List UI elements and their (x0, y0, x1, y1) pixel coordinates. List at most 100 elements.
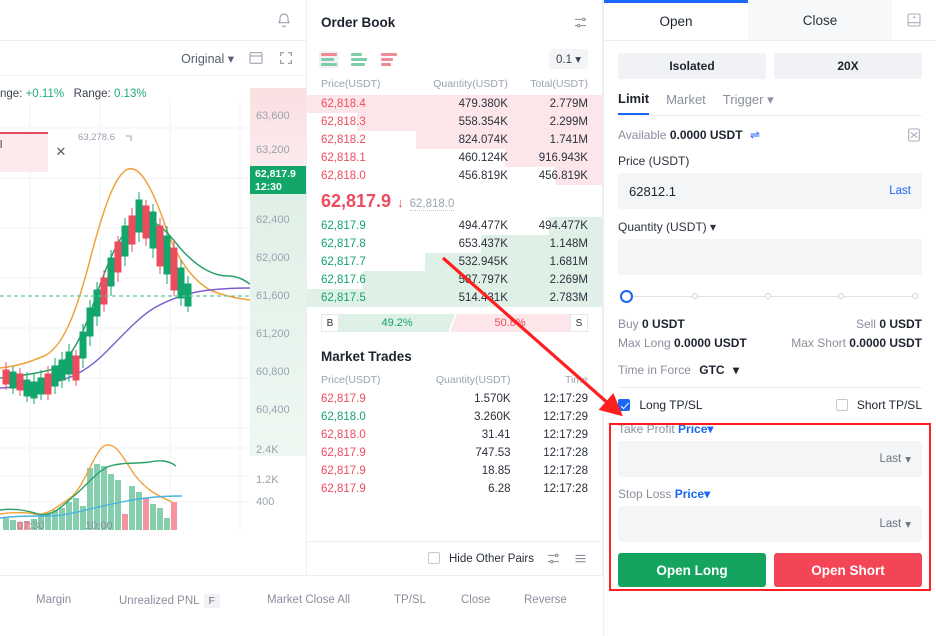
long-tpsl-toggle[interactable]: Long TP/SL (618, 398, 703, 412)
toolbar-item-margin[interactable]: Margin (36, 594, 71, 606)
price-input[interactable]: 62812.1 Last (618, 173, 922, 209)
price-direction-icon: ↓ (397, 195, 404, 210)
chart-panel: Original ▾ nge: +0.11% Range: 0.13% (0, 0, 306, 575)
both-depth-icon[interactable] (319, 51, 339, 68)
stop-loss-trigger-type[interactable]: Last (879, 518, 901, 530)
hide-other-pairs-toggle[interactable]: Hide Other Pairs (428, 552, 534, 565)
quantity-input[interactable] (618, 239, 922, 275)
bid-price: 62,817.7 (321, 256, 417, 268)
orderbook-row[interactable]: 62,818.1 460.124K 916.943K (307, 149, 602, 167)
margin-mode-button[interactable]: Isolated (618, 53, 766, 79)
quantity-percent-slider[interactable] (620, 289, 920, 305)
buy-ratio-tag: B (321, 314, 339, 332)
chevron-down-icon[interactable]: ▾ (905, 517, 911, 531)
slider-tick[interactable] (838, 293, 844, 299)
chart-range-value: 0.13% (114, 88, 147, 100)
orderbook-row[interactable]: 62,817.9 494.477K 494.477K (307, 217, 602, 235)
asks-depth-icon[interactable] (379, 51, 399, 68)
time-in-force-row[interactable]: Time in Force GTC ▾ (604, 355, 936, 377)
order-type-trigger[interactable]: Trigger ▾ (723, 92, 774, 115)
layout-icon[interactable] (248, 50, 264, 66)
toolbar-item-tpsl[interactable]: TP/SL (394, 594, 426, 606)
tab-close[interactable]: Close (748, 0, 892, 40)
open-long-button[interactable]: Open Long (618, 553, 766, 587)
bid-total: 494.477K (508, 220, 588, 232)
tab-open[interactable]: Open (604, 0, 748, 40)
price-tick: 62,000 (256, 252, 290, 264)
trade-price: 62,817.9 (321, 483, 417, 495)
long-tpsl-checkbox[interactable] (618, 399, 630, 411)
list-icon[interactable] (573, 551, 588, 566)
take-profit-input[interactable]: Last ▾ (618, 441, 922, 477)
stop-loss-mode[interactable]: Price (675, 487, 704, 501)
bids-depth-icon[interactable] (349, 51, 369, 68)
bell-icon[interactable] (276, 12, 292, 28)
price-tick: 60,800 (256, 366, 290, 378)
price-last-button[interactable]: Last (889, 185, 911, 197)
orderbook-row[interactable]: 62,818.4 479.380K 2.779M (307, 95, 602, 113)
slider-tick[interactable] (765, 293, 771, 299)
leverage-button[interactable]: 20X (774, 53, 922, 79)
trade-quantity: 3.260K (417, 411, 510, 423)
close-icon[interactable]: ✕ (48, 132, 74, 172)
take-profit-text: Take Profit (618, 422, 675, 436)
toolbar-item-close[interactable]: Close (461, 594, 490, 606)
buy-sell-estimates: Buy 0 USDT Sell 0 USDT Max Long 0.0000 U… (604, 305, 936, 350)
order-type-limit[interactable]: Limit (618, 91, 649, 115)
tick-size-select[interactable]: 0.1 ▾ (549, 49, 588, 69)
orderbook-row[interactable]: 62,817.8 653.437K 1.148M (307, 235, 602, 253)
order-type-market[interactable]: Market (666, 92, 706, 114)
toolbar-item-market-close-all[interactable]: Market Close All (267, 594, 350, 606)
collapse-panel-icon[interactable] (892, 0, 936, 40)
trade-quantity: 31.41 (417, 429, 510, 441)
bid-quantity: 494.477K (417, 220, 508, 232)
take-profit-mode[interactable]: Price (678, 422, 707, 436)
price-tick: 62,400 (256, 214, 290, 226)
chevron-down-icon[interactable]: ▾ (905, 452, 911, 466)
column-header-quantity: Quantity(USDT) (417, 374, 510, 386)
toolbar-item-reverse[interactable]: Reverse (524, 594, 567, 606)
chevron-down-icon[interactable]: ▾ (710, 220, 716, 234)
orderbook-column-headers: Price(USDT) Quantity(USDT) Total(USDT) (307, 74, 602, 95)
bid-total: 2.269M (508, 274, 588, 286)
max-long-label: Max Long (618, 336, 671, 350)
chart-toolbar: Original ▾ (0, 41, 306, 76)
slider-tick[interactable] (692, 293, 698, 299)
orderbook-spread: 62,817.9 ↓ 62,818.0 (307, 185, 602, 217)
settings-sliders-icon[interactable] (573, 15, 588, 30)
toolbar-item-unrealized-pnl[interactable]: Unrealized PNLF (119, 594, 220, 608)
slider-handle[interactable] (620, 290, 633, 303)
tooltip-price: .9 (0, 152, 44, 166)
calculator-icon[interactable] (906, 127, 922, 143)
hide-other-pairs-checkbox[interactable] (428, 552, 440, 564)
orderbook-row[interactable]: 62,817.6 587.797K 2.269M (307, 271, 602, 289)
take-profit-trigger-type[interactable]: Last (879, 453, 901, 465)
stop-loss-input[interactable]: Last ▾ (618, 506, 922, 542)
open-short-button[interactable]: Open Short (774, 553, 922, 587)
orderbook-row[interactable]: 62,818.3 558.354K 2.299M (307, 113, 602, 131)
chart-interval-select[interactable]: Original ▾ (181, 51, 234, 66)
short-tpsl-toggle[interactable]: Short TP/SL (836, 398, 923, 412)
chevron-down-icon[interactable]: ▾ (704, 487, 710, 501)
market-trades-title: Market Trades (321, 349, 412, 364)
settings-sliders-icon[interactable] (546, 551, 561, 566)
swap-icon[interactable]: ⇌ (750, 128, 760, 142)
slider-tick[interactable] (912, 293, 918, 299)
available-balance-row: Available 0.0000 USDT ⇌ (604, 116, 936, 143)
chart-price-axis[interactable]: 63,600 63,200 62,817.9 12:30 62,400 62,0… (250, 88, 306, 575)
trade-row: 62,818.0 31.41 12:17:29 (307, 426, 602, 444)
bid-quantity: 532.945K (417, 256, 508, 268)
orderbook-row[interactable]: 62,818.0 456.819K 456.819K (307, 167, 602, 185)
ask-total: 1.741M (508, 134, 588, 146)
open-close-tabs: Open Close (604, 0, 936, 41)
short-tpsl-checkbox[interactable] (836, 399, 848, 411)
orderbook-row[interactable]: 62,818.2 824.074K 1.741M (307, 131, 602, 149)
max-short-value: 0.0000 USDT (849, 336, 922, 350)
orderbook-row[interactable]: 62,817.5 514.431K 2.783M (307, 289, 602, 307)
trade-quantity: 18.85 (417, 465, 510, 477)
fullscreen-icon[interactable] (278, 50, 294, 66)
orderbook-row[interactable]: 62,817.7 532.945K 1.681M (307, 253, 602, 271)
positions-toolbar: Margin Unrealized PNLF Market Close All … (0, 575, 605, 636)
market-trades-footer: Hide Other Pairs (307, 541, 602, 575)
chevron-down-icon[interactable]: ▾ (707, 422, 713, 436)
